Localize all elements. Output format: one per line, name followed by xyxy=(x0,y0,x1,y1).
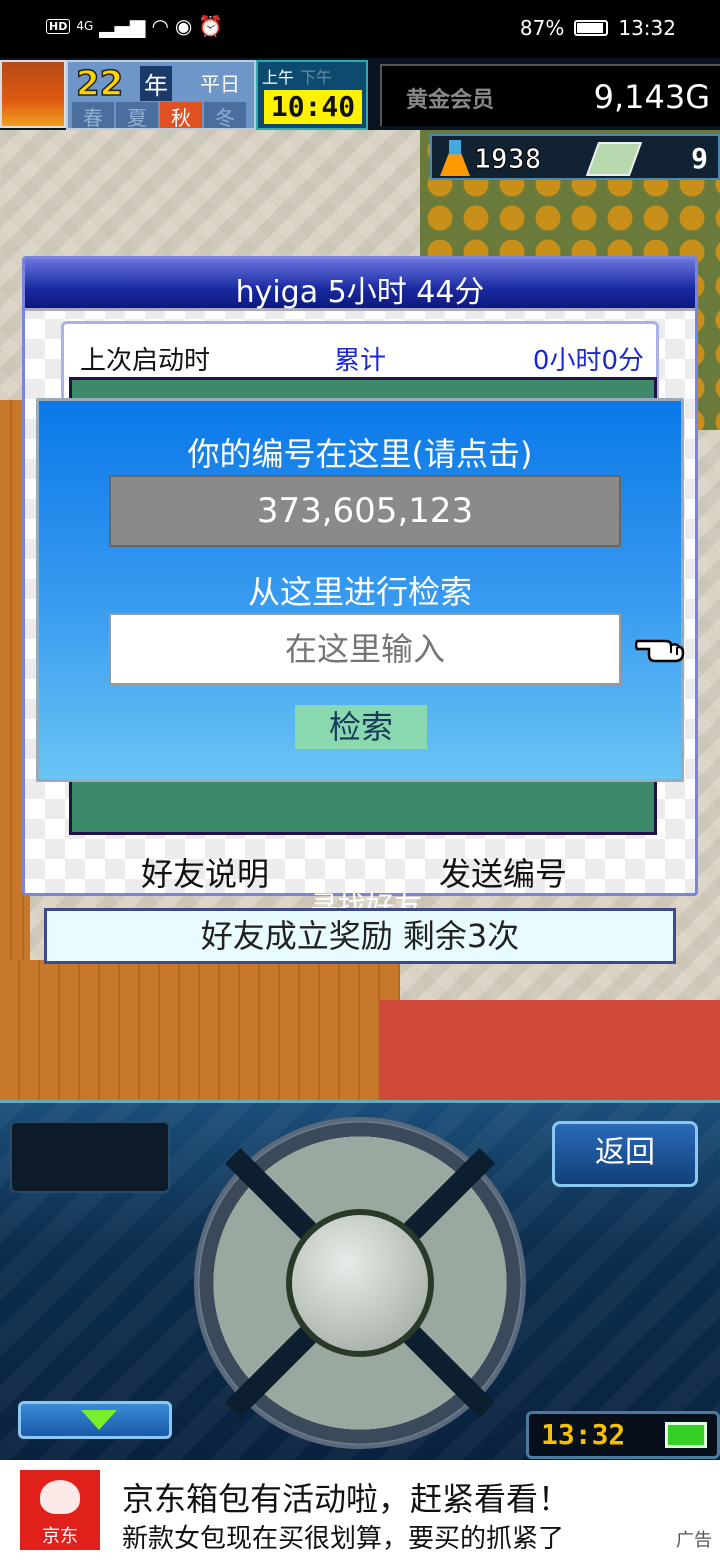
down-arrow-icon xyxy=(81,1410,117,1430)
season-row: 春 夏 秋 冬 xyxy=(72,102,246,130)
device-clock: 13:32 xyxy=(541,1418,626,1451)
tile-count: 9 xyxy=(691,142,708,175)
wifi-icon: ◠ xyxy=(151,14,169,38)
membership-label: 黄金会员 xyxy=(406,88,495,113)
eye-icon: ◉ xyxy=(174,14,193,38)
alarm-icon: ⏰ xyxy=(198,14,224,38)
controller-area: 返回 13:32 xyxy=(0,1100,720,1460)
land-tile-icon xyxy=(585,142,643,176)
id-prompt: 你的编号在这里(请点击) xyxy=(187,435,533,473)
day-type: 平日 xyxy=(200,72,240,96)
am-label: 上午 xyxy=(262,68,295,87)
am-pm: 上午 下午 xyxy=(262,64,332,88)
status-time: 13:32 xyxy=(618,16,676,40)
ad-headline: 京东箱包有活动啦，赶紧看看！ xyxy=(122,1480,571,1518)
jd-logo-text: 京东 xyxy=(42,1526,78,1547)
hd-badge: HD xyxy=(46,18,71,34)
ad-tag: 广告 xyxy=(676,1530,712,1551)
year-unit: 年 xyxy=(140,66,172,101)
cumulative-value: 0小时0分 xyxy=(532,346,644,376)
status-bar: HD 4G ▂▄▆ ◠ ◉ ⏰ 87% 13:32 xyxy=(0,0,720,58)
battery-full-icon xyxy=(665,1422,707,1448)
back-button[interactable]: 返回 xyxy=(552,1121,698,1187)
last-launch-label: 上次启动时 xyxy=(80,346,211,376)
game-clock: 10:40 xyxy=(264,90,362,124)
my-id-box[interactable]: 373,605,123 xyxy=(109,475,621,547)
mini-screen xyxy=(10,1121,170,1193)
dialog-header: hyiga 5小时 44分 xyxy=(25,259,695,311)
wood-floor xyxy=(0,960,400,1100)
pointing-hand-icon xyxy=(635,639,685,663)
ad-subline: 新款女包现在买很划算，要买的抓紧了 xyxy=(122,1524,565,1554)
jd-logo: 京东 xyxy=(20,1470,100,1550)
search-button[interactable]: 检索 xyxy=(295,705,427,749)
cumulative-label: 累计 xyxy=(334,346,387,376)
friend-reward-bar: 好友成立奖励 剩余3次 xyxy=(44,908,676,964)
device-clock-panel: 13:32 xyxy=(526,1411,720,1459)
season-autumn: 秋 xyxy=(160,102,202,130)
dialog-title: hyiga 5小时 44分 xyxy=(235,275,485,310)
flask-icon xyxy=(440,140,470,176)
jd-dog-icon xyxy=(40,1480,80,1514)
collapse-button[interactable] xyxy=(18,1401,172,1439)
gold-panel: 黄金会员 9,143G xyxy=(380,64,720,126)
friend-id-input[interactable] xyxy=(109,613,621,685)
network-label: 4G xyxy=(76,19,94,33)
dpad[interactable] xyxy=(194,1117,526,1449)
date-panel: 22 年 平日 春 夏 秋 冬 xyxy=(66,60,256,130)
search-label: 从这里进行检索 xyxy=(247,573,472,611)
research-bar: 1938 9 xyxy=(430,134,720,180)
id-search-popup: 你的编号在这里(请点击) 373,605,123 从这里进行检索 检索 xyxy=(36,398,685,782)
send-id-button[interactable]: 发送编号 xyxy=(439,849,567,895)
season-summer: 夏 xyxy=(116,102,158,130)
year-number: 22 xyxy=(75,63,124,105)
battery-icon xyxy=(574,20,609,36)
gold-amount: 9,143G xyxy=(593,78,710,116)
battery-percent: 87% xyxy=(519,16,565,40)
research-points: 1938 xyxy=(473,142,542,176)
fire-icon xyxy=(0,60,66,128)
friend-help-button[interactable]: 好友说明 xyxy=(141,849,269,895)
dpad-center-button[interactable] xyxy=(286,1209,434,1357)
ad-banner[interactable]: 京东 京东箱包有活动啦，赶紧看看！ 新款女包现在买很划算，要买的抓紧了 广告 xyxy=(0,1460,720,1560)
signal-icon: ▂▄▆ xyxy=(99,14,146,38)
pm-label: 下午 xyxy=(300,68,333,87)
red-roof xyxy=(380,1000,720,1100)
time-panel: 上午 下午 10:40 xyxy=(256,60,368,130)
season-winter: 冬 xyxy=(204,102,246,130)
season-spring: 春 xyxy=(72,102,114,130)
